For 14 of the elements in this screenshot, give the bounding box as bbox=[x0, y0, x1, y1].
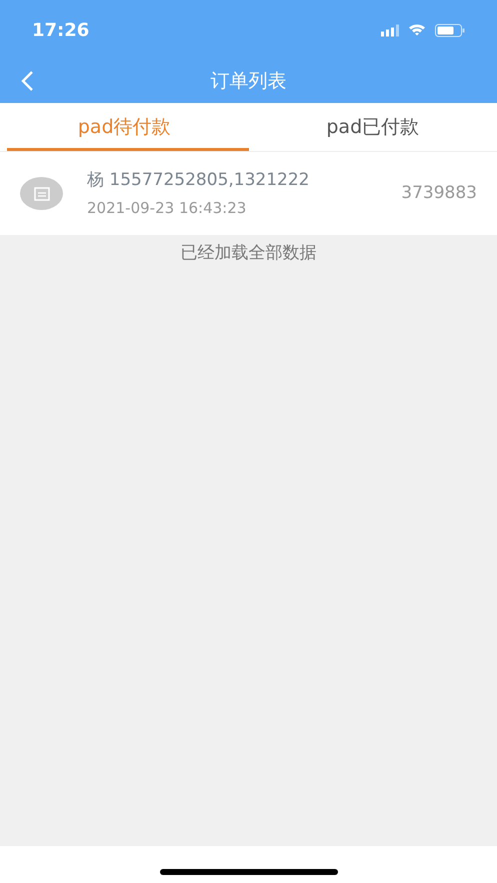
status-time: 17:26 bbox=[32, 18, 90, 42]
page-title: 订单列表 bbox=[210, 69, 286, 94]
battery-icon bbox=[435, 24, 465, 36]
order-amount: 3739883 bbox=[401, 182, 477, 205]
order-avatar-icon bbox=[20, 177, 63, 210]
wifi-icon bbox=[409, 24, 425, 36]
customer-name: 杨 15577252805,1321222 bbox=[87, 168, 310, 192]
back-icon[interactable] bbox=[20, 70, 34, 92]
order-row[interactable]: 杨 15577252805,1321222 2021-09-23 16:43:23 3739883 bbox=[0, 151, 497, 235]
load-complete-text: 已经加载全部数据 bbox=[180, 242, 318, 265]
tab[interactable]: pad待付款 bbox=[0, 103, 248, 151]
tab[interactable]: pad已付款 bbox=[248, 103, 497, 151]
signal-icon bbox=[381, 24, 399, 36]
order-time: 2021-09-23 16:43:23 bbox=[87, 198, 248, 219]
